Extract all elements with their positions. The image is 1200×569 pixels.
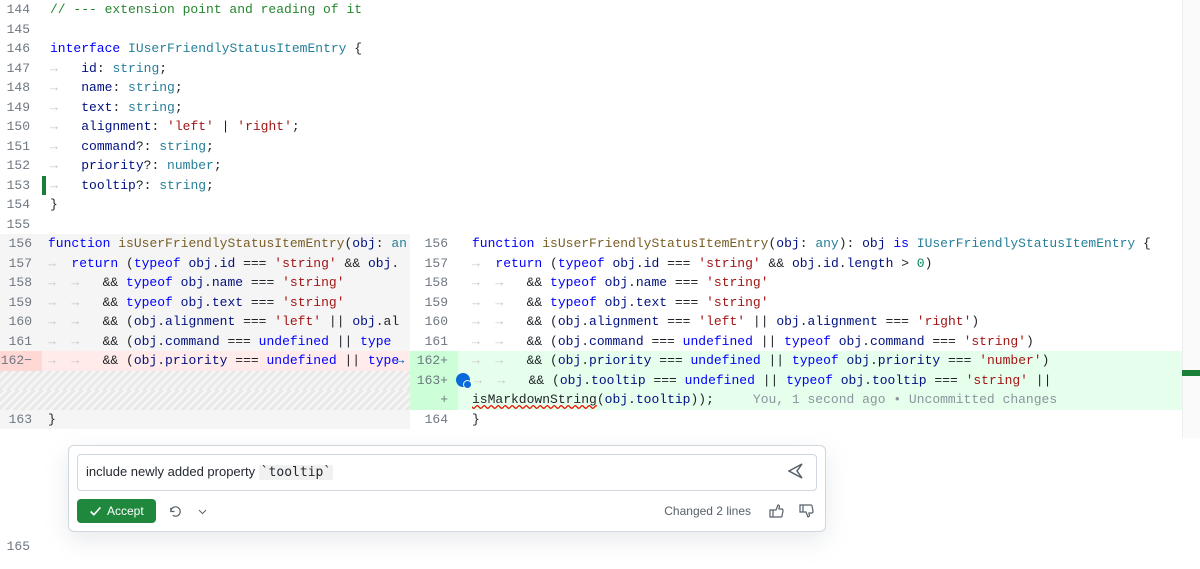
diff-line-original: 163}: [0, 410, 410, 430]
diff-line-original: [0, 390, 410, 410]
send-button[interactable]: [784, 461, 808, 484]
code-line[interactable]: 150→ alignment: 'left' | 'right';: [0, 117, 1200, 137]
line-number: 148: [0, 78, 42, 98]
line-number: 153: [0, 176, 42, 196]
diff-line-modified: 161→ → && (obj.command === undefined || …: [410, 332, 1200, 352]
thumbs-down-icon: [799, 503, 815, 519]
line-number: 163: [0, 410, 42, 430]
code-line[interactable]: 148→ name: string;: [0, 78, 1200, 98]
diff-line-original: 157→ return (typeof obj.id === 'string' …: [0, 254, 410, 274]
thumbs-up-icon: [769, 503, 785, 519]
chevron-down-icon: [197, 506, 208, 517]
line-number: 147: [0, 59, 42, 79]
send-icon: [788, 463, 804, 479]
code-line[interactable]: 153→ tooltip?: string;: [0, 176, 1200, 196]
diff-line-original: 162−→ → && (obj.priority === undefined |…: [0, 351, 410, 371]
line-number: 144: [0, 0, 42, 20]
code-line[interactable]: 165: [0, 537, 1200, 557]
diff-arrow-icon: →: [396, 351, 404, 372]
line-number: 159: [410, 293, 458, 313]
cursor: [42, 176, 46, 196]
line-number: 146: [0, 39, 42, 59]
inline-diff: → 156function isUserFriendlyStatusItemEn…: [0, 234, 1200, 429]
line-number: 145: [0, 20, 42, 40]
ai-suggestion-panel: include newly added property `tooltip` A…: [68, 445, 826, 532]
line-number: 159: [0, 293, 42, 313]
code-line[interactable]: 144// --- extension point and reading of…: [0, 0, 1200, 20]
line-number: 161: [410, 332, 458, 352]
minimap-change-marker: [1182, 370, 1200, 376]
undo-button[interactable]: [166, 502, 185, 521]
diff-line-original: [0, 371, 410, 391]
line-number: 156: [410, 234, 458, 254]
line-number: 162+: [410, 351, 458, 371]
diff-line-modified: 162+→ → && (obj.priority === undefined |…: [410, 351, 1200, 371]
diff-line-modified: 157→ return (typeof obj.id === 'string' …: [410, 254, 1200, 274]
line-number: 157: [0, 254, 42, 274]
line-number: 163+: [410, 371, 458, 391]
line-number: 151: [0, 137, 42, 157]
suggestion-input-row: include newly added property `tooltip`: [77, 454, 817, 491]
diff-original-pane: 156function isUserFriendlyStatusItemEntr…: [0, 234, 410, 429]
check-icon: [89, 505, 102, 518]
line-number: 161: [0, 332, 42, 352]
diff-line-original: 160→ → && (obj.alignment === 'left' || o…: [0, 312, 410, 332]
diff-line-original: 161→ → && (obj.command === undefined || …: [0, 332, 410, 352]
diff-line-modified: 156function isUserFriendlyStatusItemEntr…: [410, 234, 1200, 254]
line-number: 160: [0, 312, 42, 332]
line-number: 155: [0, 215, 42, 235]
more-dropdown[interactable]: [195, 504, 210, 519]
line-number: 150: [0, 117, 42, 137]
line-number: 157: [410, 254, 458, 274]
line-number: 164: [410, 410, 458, 430]
accept-label: Accept: [107, 504, 144, 518]
code-line[interactable]: 147→ id: string;: [0, 59, 1200, 79]
code-line[interactable]: 146interface IUserFriendlyStatusItemEntr…: [0, 39, 1200, 59]
suggestion-input[interactable]: include newly added property `tooltip`: [86, 462, 784, 483]
line-number: +: [410, 390, 458, 410]
thumbs-down-button[interactable]: [797, 501, 817, 521]
undo-icon: [168, 504, 183, 519]
code-line[interactable]: 152→ priority?: number;: [0, 156, 1200, 176]
line-number: 158: [0, 273, 42, 293]
diff-modified-pane: 156function isUserFriendlyStatusItemEntr…: [410, 234, 1200, 429]
line-number: 162−: [0, 351, 42, 371]
code-line[interactable]: 145: [0, 20, 1200, 40]
line-number: 165: [0, 537, 42, 557]
code-line[interactable]: 151→ command?: string;: [0, 137, 1200, 157]
diff-line-modified: 163+→ → && (obj.tooltip === undefined ||…: [410, 371, 1200, 391]
thumbs-up-button[interactable]: [767, 501, 787, 521]
code-line[interactable]: 149→ text: string;: [0, 98, 1200, 118]
changed-lines-label: Changed 2 lines: [664, 502, 751, 520]
line-number: 152: [0, 156, 42, 176]
diff-line-modified: 164}: [410, 410, 1200, 430]
code-line[interactable]: 154}: [0, 195, 1200, 215]
diff-line-original: 156function isUserFriendlyStatusItemEntr…: [0, 234, 410, 254]
ai-badge-icon: [456, 373, 470, 387]
diff-line-original: 158→ → && typeof obj.name === 'string': [0, 273, 410, 293]
line-number: 149: [0, 98, 42, 118]
accept-button[interactable]: Accept: [77, 499, 156, 523]
line-number: 160: [410, 312, 458, 332]
diff-line-modified: 159→ → && typeof obj.text === 'string': [410, 293, 1200, 313]
minimap[interactable]: [1182, 0, 1200, 438]
diff-line-modified: +isMarkdownString(obj.tooltip)); You, 1 …: [410, 390, 1200, 410]
diff-line-modified: 160→ → && (obj.alignment === 'left' || o…: [410, 312, 1200, 332]
line-number: 158: [410, 273, 458, 293]
diff-line-modified: 158→ → && typeof obj.name === 'string': [410, 273, 1200, 293]
line-number: 156: [0, 234, 42, 254]
diff-line-original: 159→ → && typeof obj.text === 'string': [0, 293, 410, 313]
code-line[interactable]: 155: [0, 215, 1200, 235]
line-number: 154: [0, 195, 42, 215]
